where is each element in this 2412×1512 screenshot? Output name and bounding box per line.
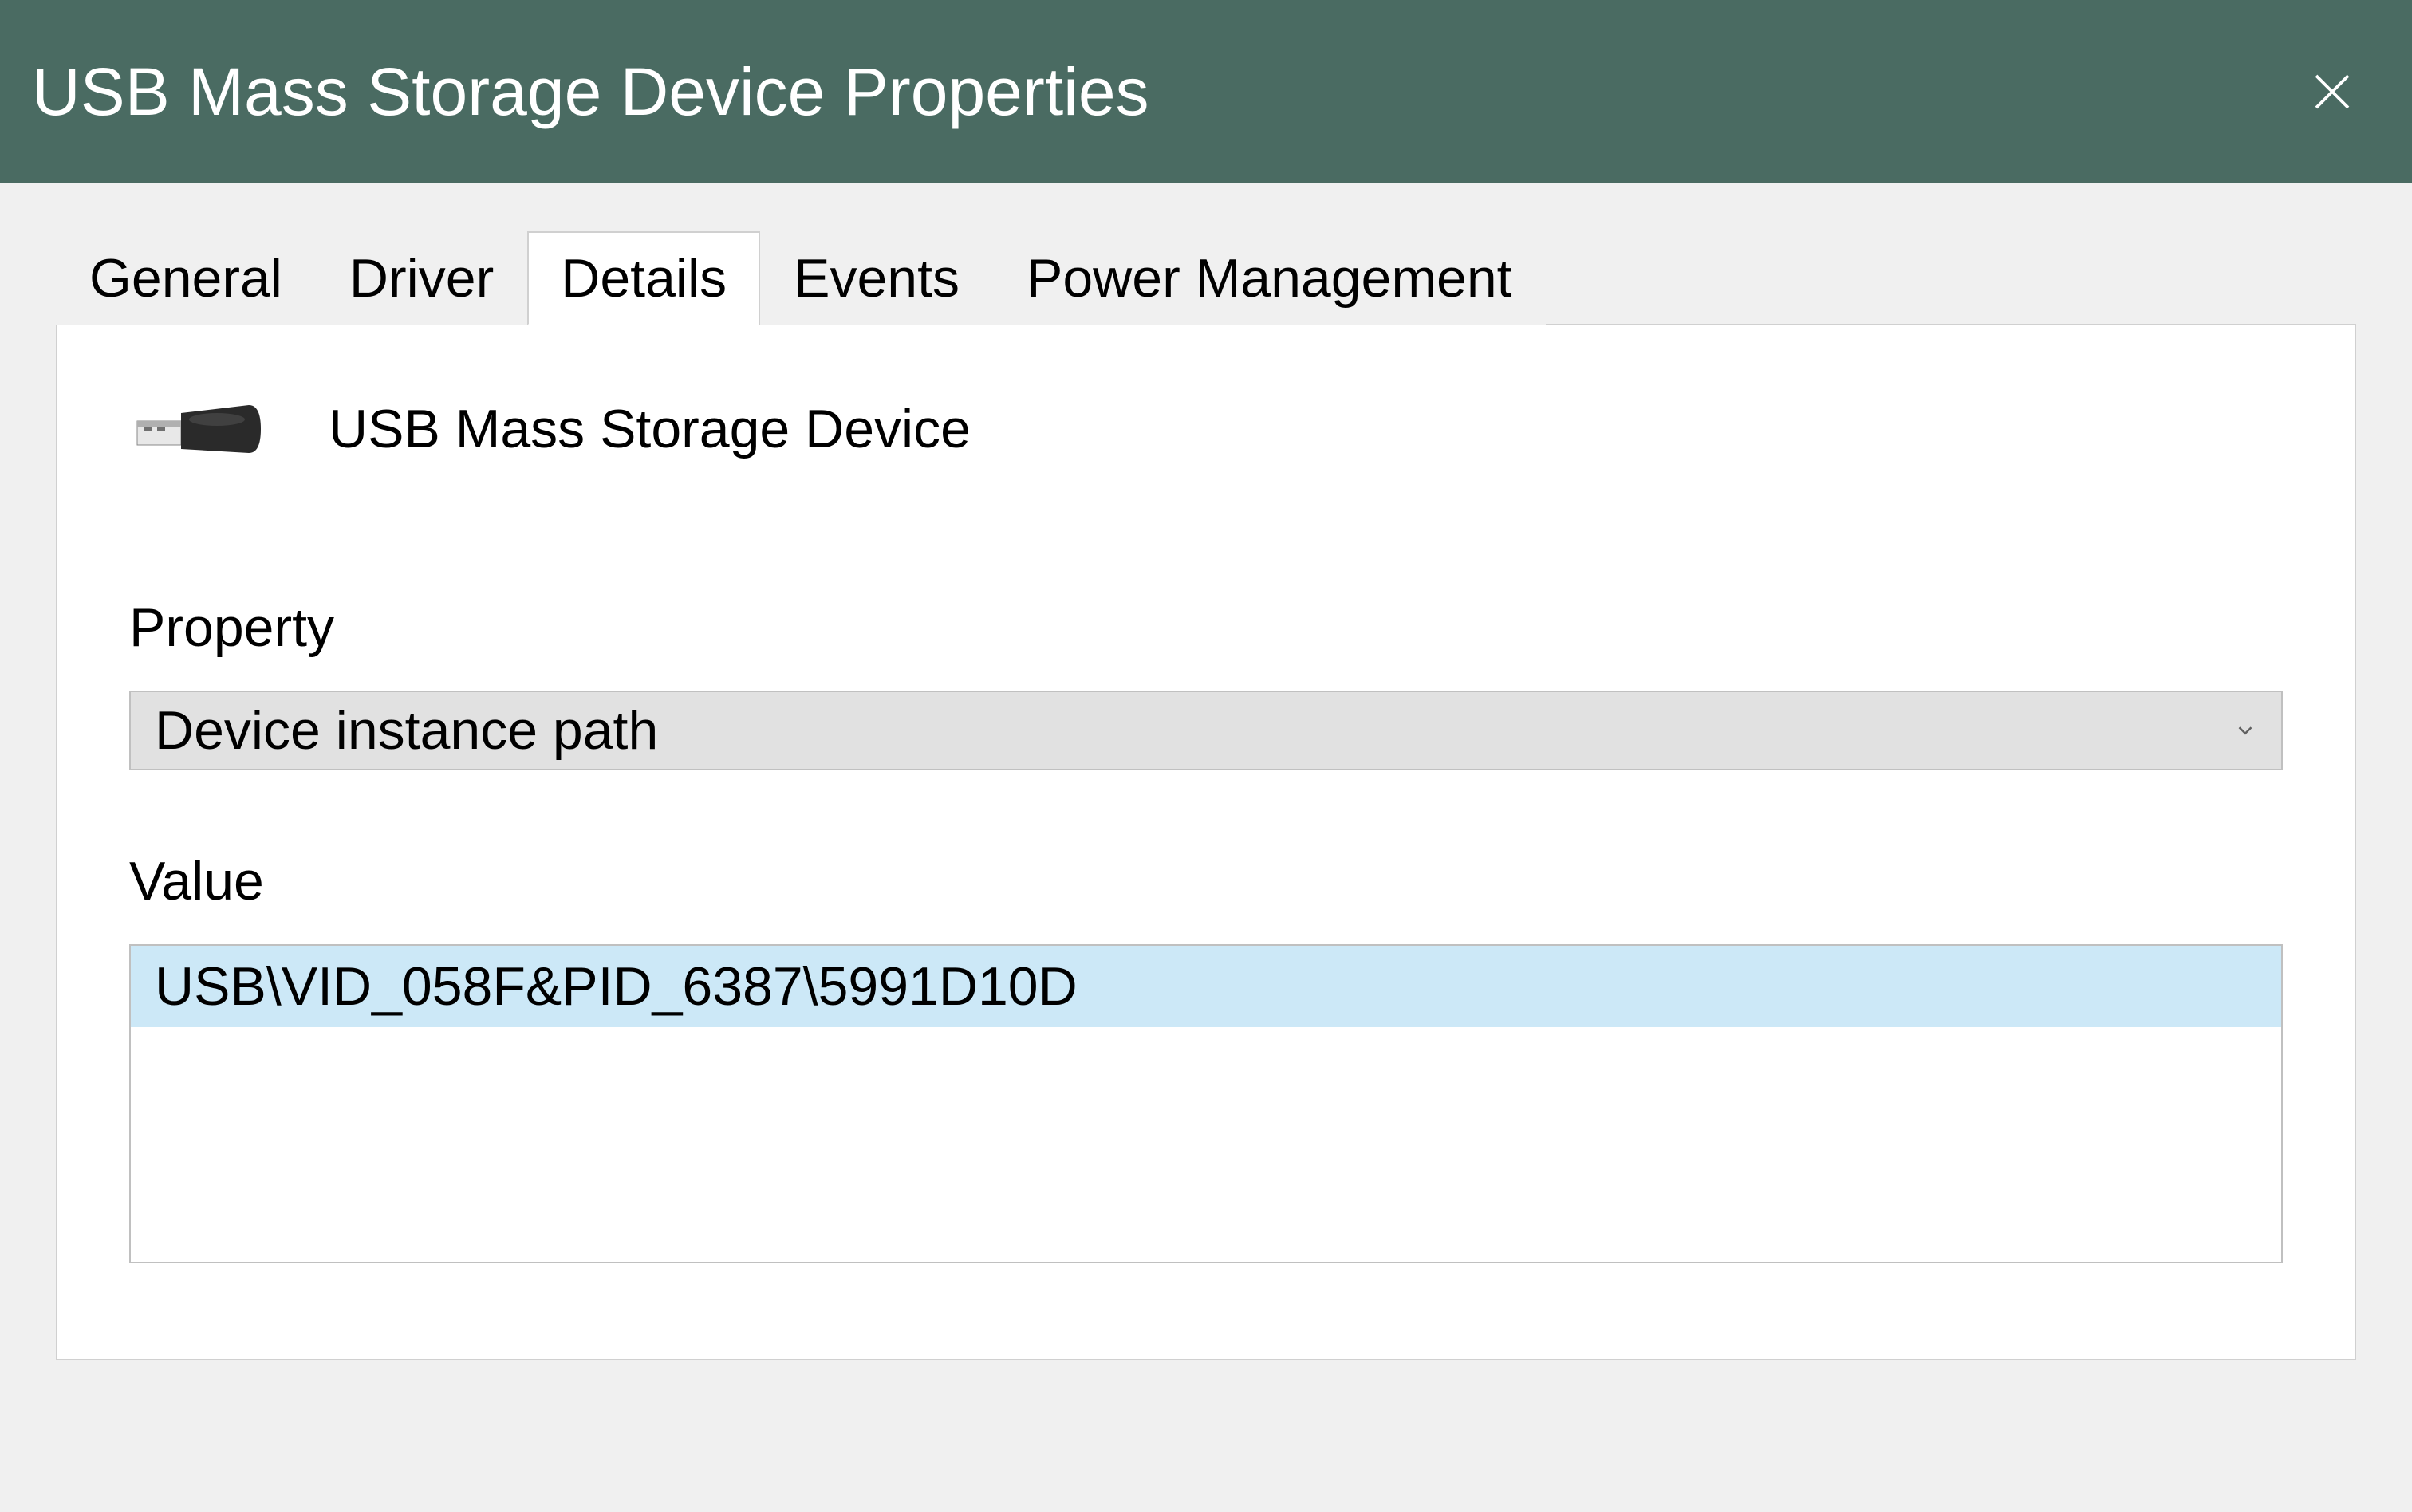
tab-details[interactable]: Details [527,231,760,325]
usb-device-icon [129,389,289,469]
tab-general[interactable]: General [56,231,316,325]
properties-window: USB Mass Storage Device Properties Gener… [0,0,2412,1360]
tabs-container: General Driver Details Events Power Mana… [56,231,2356,325]
value-listbox[interactable]: USB\VID_058F&PID_6387\5991D10D [129,944,2283,1263]
tab-content-details: USB Mass Storage Device Property Device … [56,324,2356,1360]
window-title: USB Mass Storage Device Properties [32,53,1149,131]
property-dropdown[interactable]: Device instance path [129,691,2283,770]
tab-events[interactable]: Events [760,231,993,325]
value-label: Value [129,850,2283,912]
close-icon [2308,68,2356,116]
device-name-label: USB Mass Storage Device [329,398,971,460]
property-dropdown-value: Device instance path [155,699,658,762]
tab-power-management[interactable]: Power Management [993,231,1546,325]
content-area: General Driver Details Events Power Mana… [0,183,2412,1360]
value-item-selected[interactable]: USB\VID_058F&PID_6387\5991D10D [131,946,2281,1027]
close-button[interactable] [2292,52,2372,132]
tab-driver[interactable]: Driver [316,231,527,325]
device-header: USB Mass Storage Device [129,389,2283,469]
property-label: Property [129,597,2283,659]
chevron-down-icon [2233,719,2257,742]
titlebar: USB Mass Storage Device Properties [0,0,2412,183]
